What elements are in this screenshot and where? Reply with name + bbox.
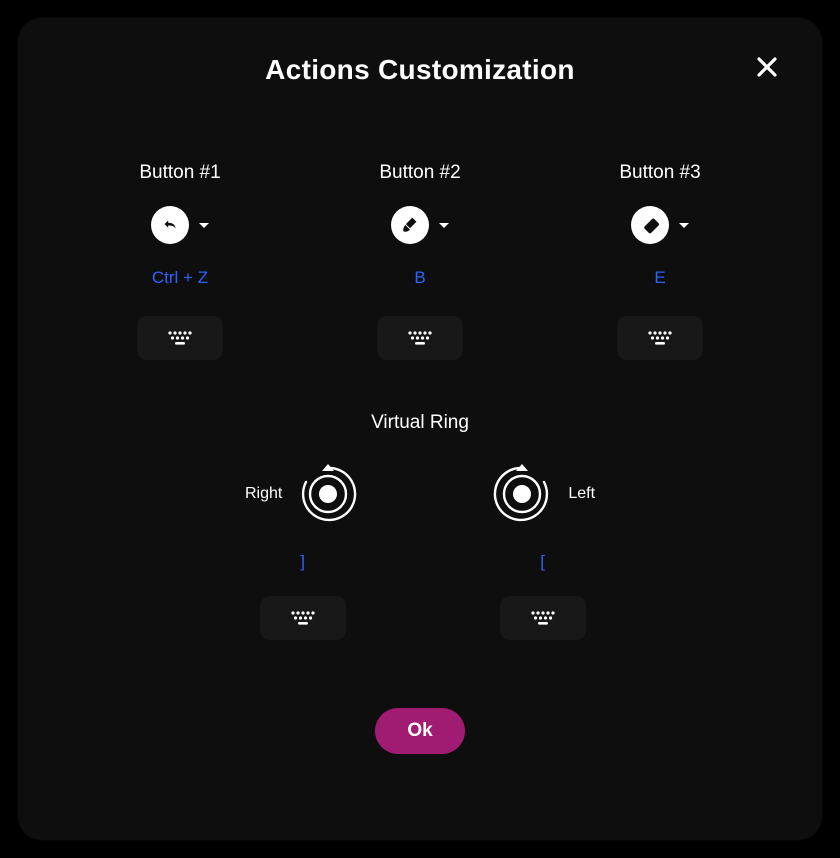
ring-right-head: Right bbox=[245, 462, 360, 526]
button-2-keyboard-button[interactable] bbox=[377, 316, 463, 360]
ring-left-keyboard-button[interactable] bbox=[500, 596, 586, 640]
chevron-down-icon bbox=[679, 223, 689, 228]
chevron-down-icon bbox=[439, 223, 449, 228]
button-3-shortcut: E bbox=[654, 268, 665, 288]
button-3-keyboard-button[interactable] bbox=[617, 316, 703, 360]
brush-icon bbox=[391, 206, 429, 244]
ring-left-head: Left bbox=[490, 462, 595, 526]
modal-title: Actions Customization bbox=[265, 54, 575, 86]
button-3-title: Button #3 bbox=[619, 162, 700, 184]
ok-button[interactable]: Ok bbox=[375, 708, 464, 754]
buttons-row: Button #1 Ctrl + Z bbox=[54, 162, 786, 360]
ring-counterclockwise-icon bbox=[490, 462, 554, 526]
rings-row: Right ] bbox=[245, 462, 595, 640]
ring-clockwise-icon bbox=[296, 462, 360, 526]
button-1-shortcut: Ctrl + Z bbox=[152, 268, 208, 288]
ring-left-column: Left [ bbox=[490, 462, 595, 640]
button-2-column: Button #2 B bbox=[320, 162, 520, 360]
ring-right-column: Right ] bbox=[245, 462, 360, 640]
button-1-action-dropdown[interactable] bbox=[151, 206, 209, 244]
button-2-shortcut: B bbox=[414, 268, 425, 288]
button-1-title: Button #1 bbox=[139, 162, 220, 184]
close-button[interactable] bbox=[752, 52, 782, 82]
chevron-down-icon bbox=[199, 223, 209, 228]
undo-icon bbox=[151, 206, 189, 244]
app-backdrop: Actions Customization Button #1 bbox=[0, 0, 840, 858]
keyboard-icon bbox=[645, 329, 675, 347]
virtual-ring-title: Virtual Ring bbox=[371, 412, 469, 434]
button-3-action-dropdown[interactable] bbox=[631, 206, 689, 244]
keyboard-icon bbox=[528, 609, 558, 627]
button-2-title: Button #2 bbox=[379, 162, 460, 184]
eraser-icon bbox=[631, 206, 669, 244]
ring-left-label: Left bbox=[568, 485, 595, 503]
button-1-column: Button #1 Ctrl + Z bbox=[80, 162, 280, 360]
actions-customization-modal: Actions Customization Button #1 bbox=[18, 18, 822, 840]
ring-right-label: Right bbox=[245, 485, 282, 503]
close-icon bbox=[756, 56, 778, 78]
keyboard-icon bbox=[405, 329, 435, 347]
ring-left-shortcut: [ bbox=[540, 552, 545, 572]
ring-right-shortcut: ] bbox=[300, 552, 305, 572]
ring-right-keyboard-button[interactable] bbox=[260, 596, 346, 640]
keyboard-icon bbox=[288, 609, 318, 627]
button-1-keyboard-button[interactable] bbox=[137, 316, 223, 360]
keyboard-icon bbox=[165, 329, 195, 347]
button-3-column: Button #3 E bbox=[560, 162, 760, 360]
button-2-action-dropdown[interactable] bbox=[391, 206, 449, 244]
